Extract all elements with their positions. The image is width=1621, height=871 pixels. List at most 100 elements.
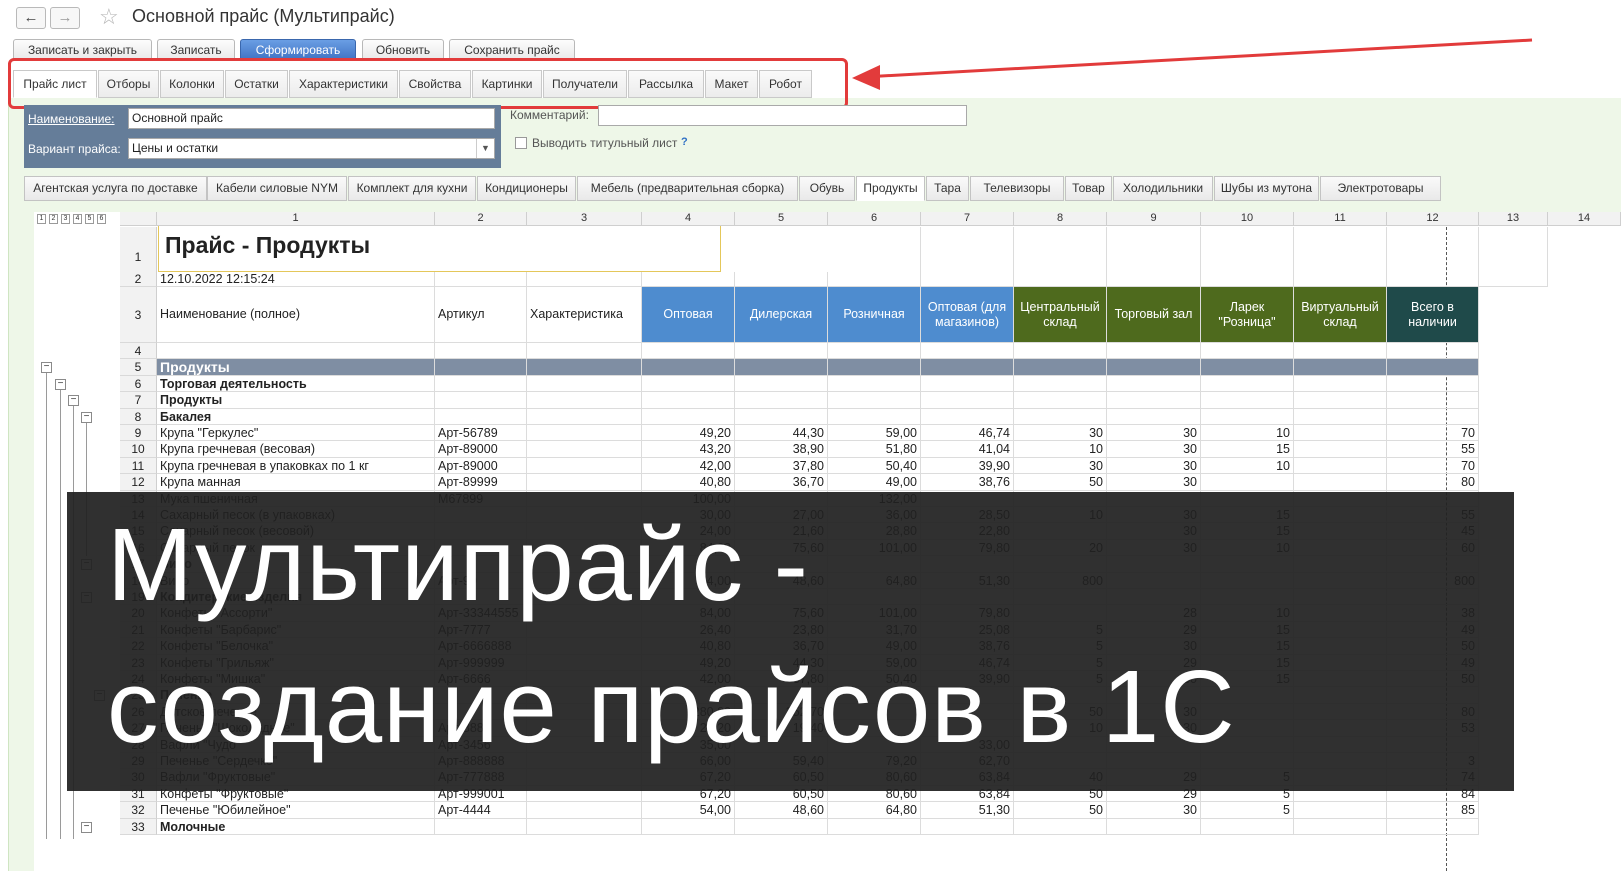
sheet-cell[interactable] [735,408,828,425]
sheet-cell[interactable] [642,343,735,360]
column-header[interactable]: 10 [1201,212,1294,226]
sheet-cell[interactable]: Крупа гречневая в упаковках по 1 кг [157,457,435,475]
sheet-cell[interactable] [1014,392,1107,409]
collapse-group-icon[interactable]: − [55,378,66,390]
category-tab-2[interactable]: Кабели силовые NYM [207,176,347,201]
outline-level-button[interactable]: 6 [97,214,106,224]
help-icon[interactable]: ? [681,136,688,148]
sheet-cell[interactable] [921,272,1014,287]
sheet-cell[interactable] [828,818,921,835]
back-button[interactable]: ← [16,7,46,29]
variant-select[interactable]: Цены и остатки ▼ [128,138,495,159]
column-header[interactable]: 4 [642,212,735,226]
sheet-cell[interactable] [435,408,527,425]
outline-level-button[interactable]: 4 [73,214,82,224]
sheet-cell[interactable] [1294,802,1387,819]
row-number[interactable]: 10 [120,441,157,458]
sheet-cell[interactable] [1294,343,1387,360]
sheet-cell[interactable]: 85 [1387,802,1479,819]
row-number[interactable]: 5 [120,359,157,376]
sheet-cell[interactable] [435,375,527,393]
sheet-cell[interactable] [527,425,642,442]
sheet-cell[interactable] [527,441,642,458]
sheet-cell[interactable] [1387,818,1479,835]
sheet-cell[interactable]: 10 [1201,457,1294,475]
sheet-cell[interactable] [1014,359,1107,376]
sheet-cell[interactable] [1107,408,1201,425]
chevron-down-icon[interactable]: ▼ [476,139,494,158]
sheet-cell[interactable] [1387,392,1479,409]
title-sheet-checkbox[interactable] [515,137,527,149]
sheet-cell[interactable] [1387,272,1479,287]
sheet-cell[interactable]: 10 [1201,425,1294,442]
sheet-cell[interactable] [527,272,642,287]
sheet-cell[interactable] [642,359,735,376]
sheet-cell[interactable] [435,818,527,835]
column-header[interactable]: 1 [157,212,435,226]
sheet-cell[interactable] [735,392,828,409]
sheet-cell[interactable] [921,408,1014,425]
sheet-cell[interactable]: Арт-89999 [435,474,527,491]
row-number[interactable]: 8 [120,408,157,425]
collapse-group-icon[interactable]: − [81,411,92,423]
sheet-cell[interactable] [1294,392,1387,409]
sheet-cell[interactable]: 70 [1387,425,1479,442]
sheet-cell[interactable] [1014,375,1107,393]
category-tab-1[interactable]: Агентская услуга по доставке [24,176,207,201]
sheet-cell[interactable]: 50 [1014,474,1107,491]
column-header[interactable]: 14 [1548,212,1621,226]
category-tab-12[interactable]: Шубы из мутона [1214,176,1319,201]
sheet-cell[interactable] [1201,818,1294,835]
sheet-cell[interactable] [1014,818,1107,835]
sheet-cell[interactable]: Печенье "Юбилейное" [157,802,435,819]
favorite-star-icon[interactable]: ☆ [99,5,119,29]
category-tab-10[interactable]: Товар [1065,176,1112,201]
sheet-cell[interactable] [828,375,921,393]
sheet-cell[interactable] [828,408,921,425]
sheet-cell[interactable] [1201,392,1294,409]
name-field[interactable]: Основной прайс [128,108,495,129]
sheet-cell[interactable]: 48,60 [735,802,828,819]
sheet-cell[interactable]: 42,00 [642,457,735,475]
sheet-cell[interactable] [527,818,642,835]
sheet-cell[interactable]: Крупа манная [157,474,435,491]
sheet-cell[interactable]: Продукты [157,392,435,409]
sheet-cell[interactable]: 38,90 [735,441,828,458]
sheet-cell[interactable] [527,359,642,376]
sheet-cell[interactable] [435,272,527,287]
sheet-cell[interactable] [1107,272,1201,287]
row-number[interactable]: 33 [120,818,157,835]
column-header[interactable]: 7 [921,212,1014,226]
sheet-cell[interactable] [735,359,828,376]
sheet-cell[interactable] [435,359,527,376]
category-tab-3[interactable]: Комплект для кухни [348,176,476,201]
collapse-group-icon[interactable]: − [68,395,79,407]
sheet-cell[interactable] [1107,818,1201,835]
sheet-cell[interactable]: 51,30 [921,802,1014,819]
sheet-cell[interactable]: 70 [1387,457,1479,475]
sheet-cell[interactable] [1294,457,1387,475]
category-tab-6[interactable]: Обувь [799,176,855,201]
sheet-cell[interactable]: 30 [1107,441,1201,458]
sheet-cell[interactable]: 30 [1107,457,1201,475]
sheet-cell[interactable] [1387,359,1479,376]
category-tab-7[interactable]: Продукты [856,176,925,201]
sheet-cell[interactable]: Арт-4444 [435,802,527,819]
category-tab-8[interactable]: Тара [926,176,969,201]
sheet-cell[interactable] [527,392,642,409]
sheet-cell[interactable] [1387,408,1479,425]
sheet-cell[interactable] [435,392,527,409]
sheet-cell[interactable]: Торговая деятельность [157,375,435,393]
sheet-cell[interactable] [527,375,642,393]
sheet-cell[interactable] [527,474,642,491]
sheet-cell[interactable] [1387,375,1479,393]
sheet-cell[interactable]: 44,30 [735,425,828,442]
sheet-cell[interactable] [735,343,828,360]
column-header[interactable]: 3 [527,212,642,226]
sheet-cell[interactable] [642,818,735,835]
sheet-cell[interactable] [1107,392,1201,409]
sheet-cell[interactable] [642,375,735,393]
sheet-cell[interactable]: 46,74 [921,425,1014,442]
sheet-cell[interactable] [435,343,527,360]
sheet-cell[interactable] [1201,474,1294,491]
